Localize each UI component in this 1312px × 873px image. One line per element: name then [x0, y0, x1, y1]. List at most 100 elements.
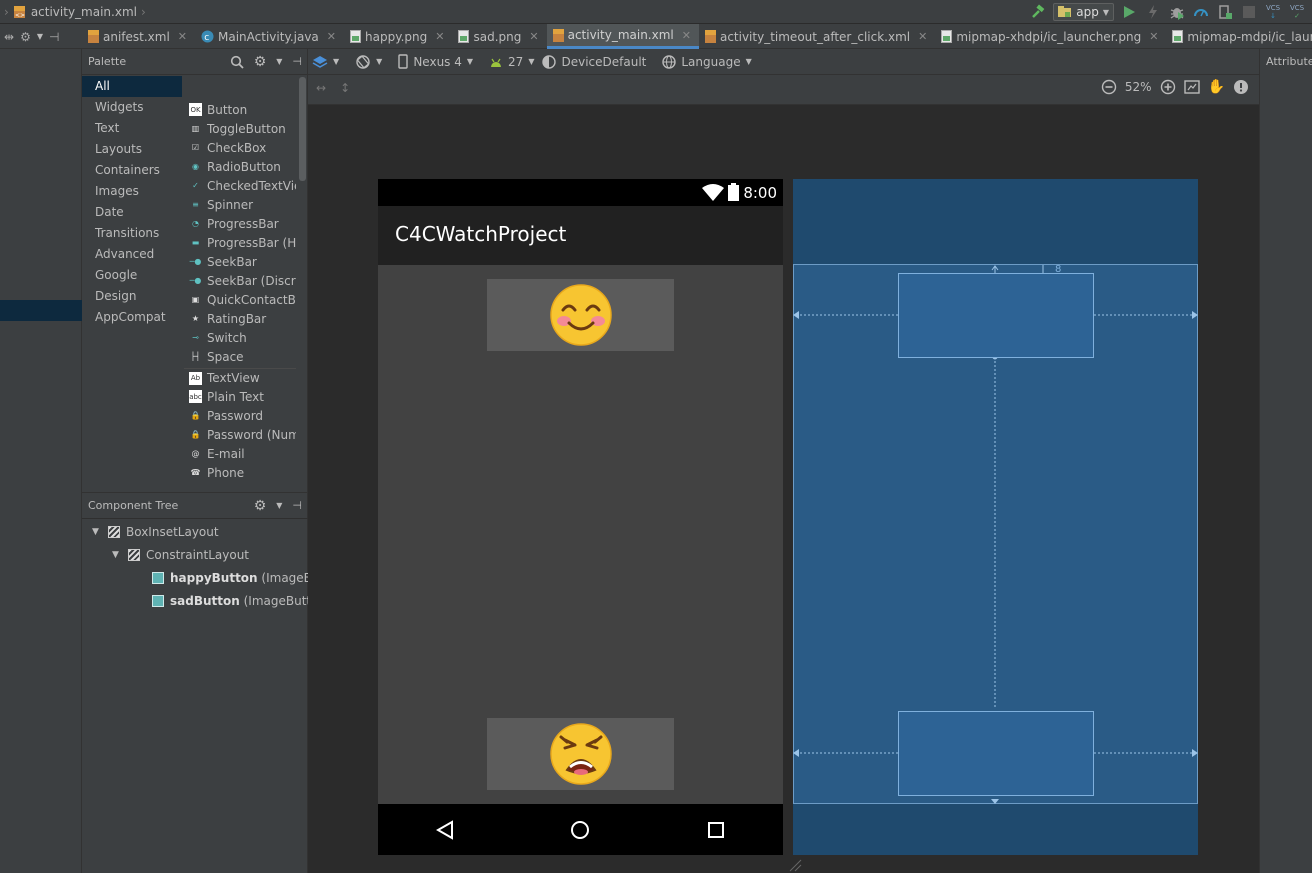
blueprint-happy-button[interactable] [898, 273, 1094, 358]
editor-tab[interactable]: anifest.xml ✕ [82, 24, 195, 49]
sad-button[interactable] [487, 718, 674, 790]
blueprint-view[interactable]: 8 [793, 179, 1198, 855]
close-icon[interactable]: ✕ [178, 30, 187, 43]
editor-tab[interactable]: sad.png ✕ [452, 24, 546, 49]
palette-widget[interactable]: @ E-mail [184, 444, 296, 463]
run-play-icon[interactable] [1120, 3, 1138, 21]
palette-widget[interactable]: 🔒 Password (Numeric) [184, 425, 296, 444]
palette-widget[interactable]: ✓ CheckedTextView [184, 176, 296, 195]
palette-category[interactable]: Date [82, 202, 182, 223]
vertical-resize-icon[interactable]: ↕ [340, 81, 350, 95]
palette-widget[interactable]: ◔ ProgressBar [184, 214, 296, 233]
palette-widget[interactable]: ─● SeekBar [184, 252, 296, 271]
search-icon[interactable] [230, 55, 244, 69]
palette-widget[interactable]: ├┤ Space [184, 347, 296, 366]
pan-hand-icon[interactable]: ✋ [1208, 79, 1225, 95]
close-icon[interactable]: ✕ [682, 29, 691, 42]
vcs-commit-icon[interactable]: VCS ✓ [1288, 3, 1306, 21]
api-level-select[interactable]: 27 ▼ [489, 55, 534, 69]
chevron-down-icon[interactable]: ▼ [37, 32, 43, 41]
palette-widget[interactable]: ▥ ToggleButton [184, 119, 296, 138]
close-icon[interactable]: ✕ [529, 30, 538, 43]
palette-widget[interactable]: ☑ CheckBox [184, 138, 296, 157]
chevron-down-icon[interactable]: ▼ [276, 57, 282, 66]
zoom-out-icon[interactable] [1101, 79, 1117, 95]
run-config-select[interactable]: app ▼ [1053, 3, 1114, 21]
palette-widget[interactable]: OK Button [184, 100, 296, 119]
palette-category[interactable]: Design [82, 286, 182, 307]
warning-icon[interactable] [1233, 79, 1249, 95]
hide-panel-icon[interactable]: ⊣ [292, 499, 302, 512]
palette-category[interactable]: Google [82, 265, 182, 286]
gear-icon[interactable]: ⚙ [254, 498, 267, 514]
gear-icon[interactable]: ⚙ [254, 54, 267, 70]
palette-widget[interactable]: ≡ Spinner [184, 195, 296, 214]
zoom-in-icon[interactable] [1160, 79, 1176, 95]
gear-icon[interactable]: ⚙ [20, 30, 31, 44]
breadcrumb-file[interactable]: activity_main.xml [31, 5, 137, 19]
tree-node-boxinsetlayout[interactable]: ▼ BoxInsetLayout [92, 521, 219, 543]
close-icon[interactable]: ✕ [918, 30, 927, 43]
hide-panel-icon[interactable]: ⊣ [49, 30, 59, 44]
orientation-select[interactable]: ▼ [355, 54, 382, 70]
palette-widget[interactable]: ▬ ProgressBar (Horizontal) [184, 233, 296, 252]
close-icon[interactable]: ✕ [1149, 30, 1158, 43]
hide-panel-icon[interactable]: ⊣ [292, 55, 302, 68]
debug-bug-icon[interactable] [1168, 3, 1186, 21]
palette-widget[interactable]: ▣ QuickContactBadge [184, 290, 296, 309]
editor-tab[interactable]: c MainActivity.java ✕ [195, 24, 344, 49]
palette-category[interactable]: Layouts [82, 139, 182, 160]
palette-category[interactable]: Images [82, 181, 182, 202]
tree-node-constraintlayout[interactable]: ▼ ConstraintLayout [112, 544, 249, 566]
build-hammer-icon[interactable] [1029, 3, 1047, 21]
vcs-update-icon[interactable]: VCS ↓ [1264, 3, 1282, 21]
project-selected-row[interactable] [0, 300, 82, 321]
theme-select[interactable]: DeviceDefault [542, 55, 646, 69]
home-icon[interactable] [570, 820, 590, 840]
palette-widget[interactable]: abc Plain Text [184, 387, 296, 406]
editor-tab[interactable]: mipmap-xhdpi/ic_launcher.png ✕ [935, 24, 1166, 49]
layers-icon [312, 55, 328, 68]
tree-node-sadbutton[interactable]: sadButton (ImageButton) [152, 590, 331, 612]
apply-changes-icon[interactable] [1144, 3, 1162, 21]
palette-widget[interactable]: ◉ RadioButton [184, 157, 296, 176]
palette-category[interactable]: Transitions [82, 223, 182, 244]
editor-tab[interactable]: activity_main.xml ✕ [546, 24, 699, 49]
design-surface-select[interactable]: ▼ [312, 55, 339, 69]
collapse-icon[interactable]: ⇹ [4, 30, 14, 44]
attach-debugger-icon[interactable] [1216, 3, 1234, 21]
editor-tab[interactable]: activity_timeout_after_click.xml ✕ [699, 24, 935, 49]
palette-category[interactable]: All [82, 76, 182, 97]
palette-category[interactable]: Text [82, 118, 182, 139]
editor-tab[interactable]: happy.png ✕ [344, 24, 452, 49]
canvas-resize-handle-icon[interactable] [788, 858, 802, 872]
expand-triangle-icon[interactable]: ▼ [92, 527, 102, 537]
close-icon[interactable]: ✕ [327, 30, 336, 43]
palette-category[interactable]: Widgets [82, 97, 182, 118]
blueprint-sad-button[interactable] [898, 711, 1094, 796]
language-select[interactable]: Language ▼ [662, 55, 752, 69]
device-preview[interactable]: 8:00 C4CWatchProject [378, 179, 783, 855]
happy-button[interactable] [487, 279, 674, 351]
expand-triangle-icon[interactable]: ▼ [112, 550, 122, 560]
palette-category[interactable]: AppCompat [82, 307, 182, 328]
horizontal-resize-icon[interactable]: ↔ [316, 81, 326, 95]
recents-icon[interactable] [707, 821, 725, 839]
palette-widget[interactable]: ★ RatingBar [184, 309, 296, 328]
zoom-to-fit-icon[interactable] [1183, 80, 1200, 94]
palette-scrollbar[interactable] [299, 77, 306, 181]
editor-tab[interactable]: mipmap-mdpi/ic_launcher.png [1166, 24, 1312, 49]
palette-category[interactable]: Advanced [82, 244, 182, 265]
palette-widget[interactable]: Ab TextView [184, 368, 296, 387]
close-icon[interactable]: ✕ [435, 30, 444, 43]
palette-widget[interactable]: ─● SeekBar (Discrete) [184, 271, 296, 290]
back-icon[interactable] [436, 819, 454, 840]
profiler-gauge-icon[interactable] [1192, 3, 1210, 21]
palette-widget[interactable]: ⊸ Switch [184, 328, 296, 347]
palette-widget[interactable]: 🔒 Password [184, 406, 296, 425]
device-select[interactable]: Nexus 4 ▼ [398, 54, 473, 69]
stop-icon[interactable] [1240, 3, 1258, 21]
palette-widget[interactable]: ☎ Phone [184, 463, 296, 482]
chevron-down-icon[interactable]: ▼ [276, 501, 282, 510]
palette-category[interactable]: Containers [82, 160, 182, 181]
